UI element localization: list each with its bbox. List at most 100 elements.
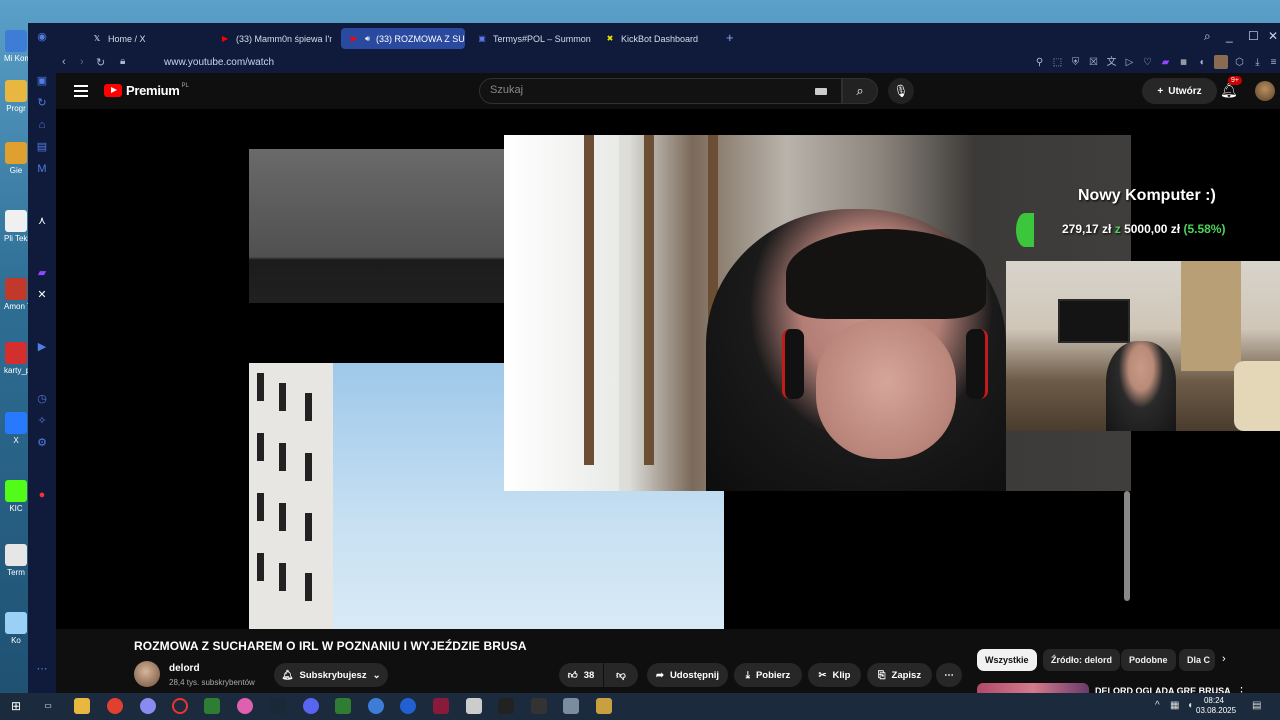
epic-games-icon[interactable] xyxy=(498,698,514,714)
keyboard-icon[interactable] xyxy=(815,88,827,95)
like-button[interactable]: 👍︎ 38 xyxy=(559,663,603,687)
audio-icon[interactable]: ◖ xyxy=(1196,57,1207,68)
hamburger-menu-icon[interactable] xyxy=(74,85,88,97)
browser-tab[interactable]: ▣ Termys#POL – Summone xyxy=(469,28,591,49)
close-button[interactable]: ✕ xyxy=(1268,29,1278,43)
minimize-button[interactable]: _ xyxy=(1226,29,1233,43)
puzzle-icon[interactable]: ⬡ xyxy=(1234,57,1245,68)
task-view-icon[interactable]: ▭ xyxy=(40,698,56,714)
back-icon[interactable]: ‹ xyxy=(62,56,66,68)
save-button[interactable]: ⎘ Zapisz xyxy=(867,663,932,687)
browser-tab[interactable]: 𝕏 Home / X xyxy=(84,28,204,49)
app-icon[interactable] xyxy=(563,698,579,714)
twitch-icon[interactable]: ▰ xyxy=(36,267,48,279)
browser-tab[interactable]: ▶ (33) Mamm0n śpiewa I'm xyxy=(212,28,332,49)
sidebar-ai-icon[interactable]: ⋏ xyxy=(36,215,48,227)
app-icon[interactable] xyxy=(204,698,220,714)
translate-icon[interactable]: 文 xyxy=(1106,57,1117,68)
snapshot-icon[interactable]: ⬚ xyxy=(1052,57,1063,68)
download-button[interactable]: ⤓ Pobierz xyxy=(734,663,802,687)
filter-chip[interactable]: Źródło: delord xyxy=(1043,649,1120,671)
browser-tab[interactable]: ▶ 🔊︎ (33) ROZMOWA Z SU xyxy=(341,28,465,49)
app-icon[interactable] xyxy=(335,698,351,714)
scroll-handle[interactable] xyxy=(1124,491,1130,601)
youtube-logo[interactable]: Premium PL xyxy=(104,83,189,98)
app-icon[interactable] xyxy=(140,698,156,714)
create-button[interactable]: + Utwórz xyxy=(1142,78,1217,104)
lock-icon[interactable]: 🔒︎ xyxy=(120,56,125,67)
clock[interactable]: 08:24 03.08.2025 xyxy=(1196,696,1236,716)
desktop-shortcut[interactable]: Progr xyxy=(4,80,28,113)
subscribed-button[interactable]: 🔔︎ Subskrybujesz ⌄ xyxy=(274,663,388,687)
twitch-ext-icon[interactable]: ▰ xyxy=(1160,57,1171,68)
more-actions-button[interactable]: ⋯ xyxy=(936,663,962,687)
desktop-shortcut[interactable]: X xyxy=(4,412,28,445)
desktop-shortcut[interactable]: Term xyxy=(4,544,28,577)
app-icon[interactable] xyxy=(400,698,416,714)
voice-search-button[interactable]: 🎙︎ xyxy=(888,78,914,104)
menu-icon[interactable]: ≡ xyxy=(1268,57,1279,68)
settings-icon[interactable]: ⚙ xyxy=(36,437,48,449)
opera-icon[interactable] xyxy=(172,698,188,714)
app-icon[interactable] xyxy=(466,698,482,714)
search-tabs-icon[interactable]: ⌕ xyxy=(1204,29,1211,44)
more-icon[interactable]: ⋯ xyxy=(36,663,48,675)
chevron-right-icon[interactable]: › xyxy=(1222,653,1226,665)
filter-chip[interactable]: Wszystkie xyxy=(977,649,1037,671)
share-button[interactable]: ➦ Udostępnij xyxy=(647,663,728,687)
sidebar-player-icon[interactable]: ▶ xyxy=(36,341,48,353)
desktop-shortcut[interactable]: Gie xyxy=(4,142,28,175)
vpn-icon[interactable]: ☒ xyxy=(1088,57,1099,68)
shield-icon[interactable]: ⛨ xyxy=(1070,57,1081,68)
heart-icon[interactable]: ♡ xyxy=(1142,57,1153,68)
history-icon[interactable]: ◷ xyxy=(36,393,48,405)
steam-icon[interactable] xyxy=(270,698,286,714)
desktop-shortcut[interactable]: Pli Teksto xyxy=(4,210,28,243)
sidebar-box-icon[interactable]: ▤ xyxy=(36,141,48,153)
reload-icon[interactable]: ↻ xyxy=(96,56,105,69)
start-icon[interactable]: ⊞ xyxy=(8,698,24,714)
sidebar-m-icon[interactable]: M xyxy=(36,163,48,175)
extensions-icon[interactable]: ✧ xyxy=(36,415,48,427)
app-icon[interactable] xyxy=(531,698,547,714)
channel-name[interactable]: delord xyxy=(169,663,200,674)
discord-icon[interactable] xyxy=(303,698,319,714)
new-tab-button[interactable]: + xyxy=(726,31,734,44)
desktop-shortcut[interactable]: Amon To xyxy=(4,278,28,311)
channel-avatar[interactable] xyxy=(134,661,160,687)
search-button[interactable]: ⌕ xyxy=(842,78,878,104)
osu-icon[interactable] xyxy=(237,698,253,714)
file-explorer-icon[interactable] xyxy=(74,698,90,714)
browser-tab[interactable]: ✖ KickBot Dashboard xyxy=(597,28,707,49)
account-avatar[interactable] xyxy=(1255,81,1275,101)
speaker-icon[interactable]: 🔊︎ xyxy=(365,34,370,44)
app-icon[interactable] xyxy=(368,698,384,714)
sidebar-aria-icon[interactable]: ▣ xyxy=(36,75,48,87)
profile-ext-icon[interactable] xyxy=(1214,55,1228,69)
sidebar-bag-icon[interactable]: ⌂ xyxy=(36,119,48,131)
record-icon[interactable]: ● xyxy=(36,489,48,501)
play-icon[interactable]: ▷ xyxy=(1124,57,1135,68)
video-player[interactable]: Nowy Komputer :) 279,17 zł z 5000,00 zł … xyxy=(56,109,1280,629)
league-icon[interactable] xyxy=(596,698,612,714)
chrome-icon[interactable] xyxy=(107,698,123,714)
tray-app-icon[interactable]: ▦ xyxy=(1170,700,1179,711)
desktop-shortcut[interactable]: karty_p xyxy=(4,342,28,375)
forward-icon[interactable]: › xyxy=(80,56,84,68)
notification-center-icon[interactable]: ▤ xyxy=(1252,700,1261,711)
download-icon[interactable]: ⤓ xyxy=(1252,57,1263,68)
desktop-shortcut[interactable]: Ko xyxy=(4,612,28,645)
desktop-shortcut[interactable]: Mi Komp xyxy=(4,30,28,63)
search-input[interactable] xyxy=(490,84,790,96)
filter-chip[interactable]: Dla C xyxy=(1179,649,1215,671)
clip-button[interactable]: ✂ Klip xyxy=(808,663,861,687)
counter-ext-icon[interactable]: ▦ xyxy=(1178,57,1189,68)
tray-chevron-icon[interactable]: ^ xyxy=(1155,700,1160,711)
desktop-shortcut[interactable]: KIC xyxy=(4,480,28,513)
x-icon[interactable]: ✕ xyxy=(36,289,48,301)
opera-menu-icon[interactable]: ◉ xyxy=(36,31,48,43)
maximize-button[interactable]: ☐ xyxy=(1248,29,1259,43)
app-icon[interactable] xyxy=(433,698,449,714)
url-field[interactable]: www.youtube.com/watch xyxy=(164,57,274,68)
dislike-button[interactable]: 👎︎ xyxy=(604,663,638,687)
